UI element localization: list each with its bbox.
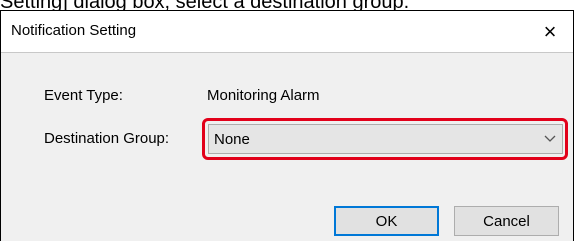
event-type-label: Event Type: xyxy=(44,87,123,104)
dialog-titlebar: Notification Setting × xyxy=(1,10,573,53)
notification-setting-dialog: Notification Setting × Event Type: Monit… xyxy=(0,10,574,241)
chevron-down-icon xyxy=(544,135,556,142)
close-button[interactable]: × xyxy=(527,11,573,53)
page: Setting] dialog box, select a destinatio… xyxy=(0,0,576,241)
ok-button[interactable]: OK xyxy=(334,206,439,236)
destination-group-select[interactable]: None xyxy=(208,124,563,154)
close-icon: × xyxy=(543,19,557,44)
event-type-value: Monitoring Alarm xyxy=(207,87,320,104)
destination-group-value: None xyxy=(214,131,250,148)
cancel-button-label: Cancel xyxy=(483,212,530,230)
destination-group-label: Destination Group: xyxy=(44,130,170,147)
ok-button-label: OK xyxy=(375,212,398,230)
cancel-button[interactable]: Cancel xyxy=(454,206,559,236)
dialog-title: Notification Setting xyxy=(11,22,137,39)
